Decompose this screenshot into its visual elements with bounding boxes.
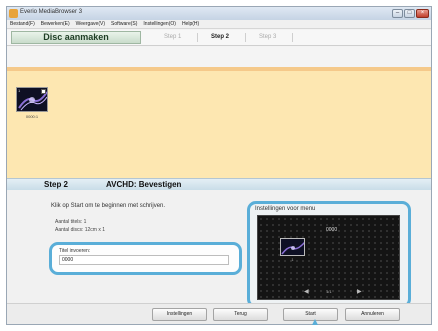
menu-edit[interactable]: Bewerken(E) bbox=[38, 20, 73, 28]
create-disc-tab: Disc aanmaken bbox=[11, 31, 141, 44]
step-title: AVCHD: Bevestigen bbox=[106, 180, 182, 189]
next-page-icon[interactable]: ▶ bbox=[357, 288, 362, 295]
maximize-button[interactable]: □ bbox=[404, 9, 415, 18]
confirm-panel: Klik op Start om te beginnen met schrijv… bbox=[7, 190, 431, 308]
prev-page-icon[interactable]: ◀ bbox=[304, 288, 309, 295]
video-thumbnail[interactable]: 1 bbox=[16, 87, 48, 112]
menu-bar: Bestand(F) Bewerken(E) Weergave(V) Softw… bbox=[7, 20, 431, 29]
back-button[interactable]: Terug bbox=[213, 308, 268, 321]
app-window: Everio MediaBrowser 3 – □ × Bestand(F) B… bbox=[6, 6, 432, 325]
button-bar: Instellingen Terug Start Annuleren bbox=[7, 303, 431, 324]
menu-preview-group: Instellingen voor menu 0000 1 ◀ 1/1 ▶ bbox=[247, 201, 411, 308]
title-bar: Everio MediaBrowser 3 – □ × bbox=[7, 7, 431, 20]
close-button[interactable]: × bbox=[416, 9, 429, 18]
menu-software[interactable]: Software(S) bbox=[108, 20, 140, 28]
start-button[interactable]: Start bbox=[283, 308, 338, 321]
thumbnail-checkbox[interactable] bbox=[41, 89, 46, 94]
page-indicator: 1/1 bbox=[326, 289, 332, 294]
instruction-text: Klik op Start om te beginnen met schrijv… bbox=[51, 203, 166, 209]
step-separator bbox=[197, 33, 198, 42]
create-disc-label: Disc aanmaken bbox=[43, 32, 109, 42]
minimize-button[interactable]: – bbox=[392, 9, 403, 18]
thumbnail-number: 1 bbox=[18, 88, 21, 93]
step-number: Step 2 bbox=[44, 180, 69, 189]
step-2-indicator: Step 2 bbox=[211, 34, 230, 40]
disc-title-label: Titel invoeren: bbox=[59, 248, 91, 254]
disc-title-input[interactable] bbox=[59, 255, 229, 265]
disc-count: Aantal discs: 12cm x 1 bbox=[55, 227, 106, 233]
disc-title-group: Titel invoeren: bbox=[49, 242, 242, 275]
pointer-icon bbox=[312, 319, 318, 325]
step-bar: Disc aanmaken Step 1 Step 2 Step 3 bbox=[7, 30, 431, 46]
menu-title: 0000 bbox=[326, 227, 338, 233]
menu-help[interactable]: Help(H) bbox=[179, 20, 202, 28]
app-icon bbox=[9, 9, 18, 18]
menu-settings[interactable]: Instellingen(O) bbox=[140, 20, 179, 28]
selection-area: 1 0000:1 bbox=[7, 71, 431, 178]
step-header: Step 2 AVCHD: Bevestigen bbox=[7, 178, 431, 190]
menu-view[interactable]: Weergave(V) bbox=[73, 20, 108, 28]
preview-thumbnail-image bbox=[281, 239, 304, 255]
thumbnail-label: 0000:1 bbox=[25, 114, 39, 119]
preview-thumbnail bbox=[280, 238, 305, 256]
title-count: Aantal titels: 1 bbox=[55, 219, 87, 225]
step-separator bbox=[245, 33, 246, 42]
settings-button[interactable]: Instellingen bbox=[152, 308, 207, 321]
menu-file[interactable]: Bestand(F) bbox=[7, 20, 38, 28]
preview-thumbnail-caption: 1 bbox=[291, 257, 294, 262]
toolbar-area bbox=[7, 47, 431, 67]
menu-preview-label: Instellingen voor menu bbox=[255, 206, 316, 212]
step-1-indicator: Step 1 bbox=[164, 34, 182, 40]
step-separator bbox=[292, 33, 293, 42]
step-3-indicator: Step 3 bbox=[259, 34, 277, 40]
cancel-button[interactable]: Annuleren bbox=[345, 308, 400, 321]
window-title: Everio MediaBrowser 3 bbox=[20, 9, 83, 15]
menu-preview[interactable]: 0000 1 ◀ 1/1 ▶ bbox=[257, 215, 400, 300]
